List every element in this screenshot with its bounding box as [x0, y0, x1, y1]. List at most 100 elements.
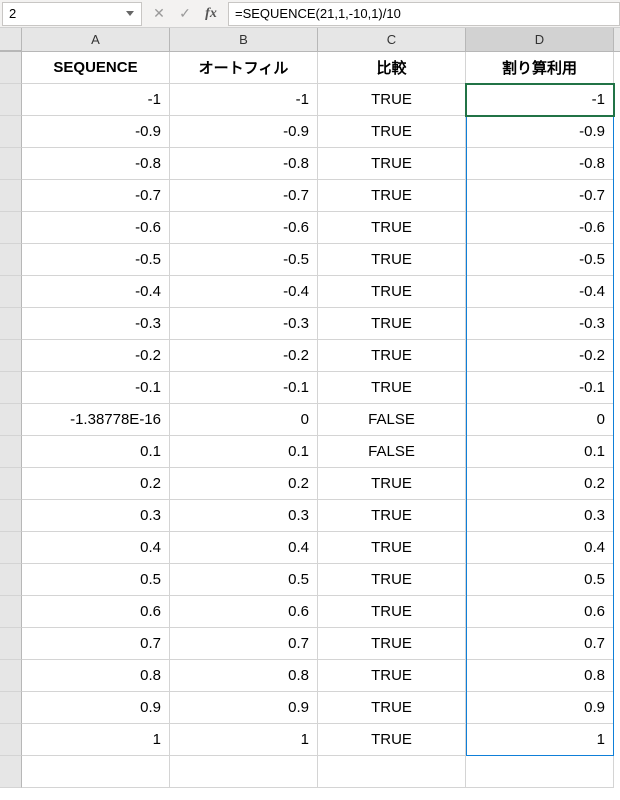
cell-B4[interactable]: -0.8	[170, 148, 318, 180]
cell-C12[interactable]: FALSE	[318, 404, 466, 436]
cell-A22[interactable]: 1	[22, 724, 170, 756]
cell-D11[interactable]: -0.1	[466, 372, 614, 404]
cell-A8[interactable]: -0.4	[22, 276, 170, 308]
column-header-B[interactable]: B	[170, 28, 318, 51]
cell-C10[interactable]: TRUE	[318, 340, 466, 372]
cell-B17[interactable]: 0.5	[170, 564, 318, 596]
row-header-11[interactable]	[0, 372, 22, 404]
cell-A13[interactable]: 0.1	[22, 436, 170, 468]
cell-A21[interactable]: 0.9	[22, 692, 170, 724]
cell-D5[interactable]: -0.7	[466, 180, 614, 212]
cell-A7[interactable]: -0.5	[22, 244, 170, 276]
row-header-23[interactable]	[0, 756, 22, 788]
cell-B15[interactable]: 0.3	[170, 500, 318, 532]
cell-C11[interactable]: TRUE	[318, 372, 466, 404]
cell-A20[interactable]: 0.8	[22, 660, 170, 692]
cell-B13[interactable]: 0.1	[170, 436, 318, 468]
cell-C4[interactable]: TRUE	[318, 148, 466, 180]
cell-C2[interactable]: TRUE	[318, 84, 466, 116]
select-all-corner[interactable]	[0, 28, 22, 51]
cell-D13[interactable]: 0.1	[466, 436, 614, 468]
cell-A23[interactable]	[22, 756, 170, 788]
cell-B2[interactable]: -1	[170, 84, 318, 116]
cell-C23[interactable]	[318, 756, 466, 788]
row-header-14[interactable]	[0, 468, 22, 500]
cell-D1[interactable]: 割り算利用	[466, 52, 614, 84]
row-header-4[interactable]	[0, 148, 22, 180]
row-header-1[interactable]	[0, 52, 22, 84]
cell-B3[interactable]: -0.9	[170, 116, 318, 148]
column-header-C[interactable]: C	[318, 28, 466, 51]
cell-B1[interactable]: オートフィル	[170, 52, 318, 84]
cell-A10[interactable]: -0.2	[22, 340, 170, 372]
row-header-17[interactable]	[0, 564, 22, 596]
cell-B9[interactable]: -0.3	[170, 308, 318, 340]
cell-C13[interactable]: FALSE	[318, 436, 466, 468]
row-header-6[interactable]	[0, 212, 22, 244]
cell-A15[interactable]: 0.3	[22, 500, 170, 532]
cell-D7[interactable]: -0.5	[466, 244, 614, 276]
cell-D12[interactable]: 0	[466, 404, 614, 436]
cell-B14[interactable]: 0.2	[170, 468, 318, 500]
chevron-down-icon[interactable]	[125, 9, 135, 19]
cell-A4[interactable]: -0.8	[22, 148, 170, 180]
row-header-3[interactable]	[0, 116, 22, 148]
fx-icon[interactable]: fx	[202, 5, 220, 23]
cell-B8[interactable]: -0.4	[170, 276, 318, 308]
cell-A18[interactable]: 0.6	[22, 596, 170, 628]
row-header-13[interactable]	[0, 436, 22, 468]
cell-C9[interactable]: TRUE	[318, 308, 466, 340]
row-header-8[interactable]	[0, 276, 22, 308]
cell-A1[interactable]: SEQUENCE	[22, 52, 170, 84]
row-header-16[interactable]	[0, 532, 22, 564]
name-box[interactable]: 2	[2, 2, 142, 26]
cell-D18[interactable]: 0.6	[466, 596, 614, 628]
cell-D9[interactable]: -0.3	[466, 308, 614, 340]
cell-B7[interactable]: -0.5	[170, 244, 318, 276]
cell-A14[interactable]: 0.2	[22, 468, 170, 500]
cell-C5[interactable]: TRUE	[318, 180, 466, 212]
cell-A3[interactable]: -0.9	[22, 116, 170, 148]
cancel-icon[interactable]: ✕	[150, 5, 168, 23]
cell-A16[interactable]: 0.4	[22, 532, 170, 564]
row-header-9[interactable]	[0, 308, 22, 340]
cell-D4[interactable]: -0.8	[466, 148, 614, 180]
cell-B20[interactable]: 0.8	[170, 660, 318, 692]
cell-B10[interactable]: -0.2	[170, 340, 318, 372]
row-header-18[interactable]	[0, 596, 22, 628]
cell-D14[interactable]: 0.2	[466, 468, 614, 500]
cell-B12[interactable]: 0	[170, 404, 318, 436]
cell-D3[interactable]: -0.9	[466, 116, 614, 148]
cell-B6[interactable]: -0.6	[170, 212, 318, 244]
cell-B11[interactable]: -0.1	[170, 372, 318, 404]
cell-C20[interactable]: TRUE	[318, 660, 466, 692]
cell-B21[interactable]: 0.9	[170, 692, 318, 724]
cell-B5[interactable]: -0.7	[170, 180, 318, 212]
cell-C6[interactable]: TRUE	[318, 212, 466, 244]
cell-C18[interactable]: TRUE	[318, 596, 466, 628]
cell-A11[interactable]: -0.1	[22, 372, 170, 404]
cell-C16[interactable]: TRUE	[318, 532, 466, 564]
cell-D15[interactable]: 0.3	[466, 500, 614, 532]
cell-B23[interactable]	[170, 756, 318, 788]
cell-C21[interactable]: TRUE	[318, 692, 466, 724]
row-header-5[interactable]	[0, 180, 22, 212]
cell-A17[interactable]: 0.5	[22, 564, 170, 596]
row-header-7[interactable]	[0, 244, 22, 276]
row-header-19[interactable]	[0, 628, 22, 660]
cell-A9[interactable]: -0.3	[22, 308, 170, 340]
column-header-A[interactable]: A	[22, 28, 170, 51]
row-header-2[interactable]	[0, 84, 22, 116]
cell-A6[interactable]: -0.6	[22, 212, 170, 244]
cell-B18[interactable]: 0.6	[170, 596, 318, 628]
cell-D23[interactable]	[466, 756, 614, 788]
cell-C14[interactable]: TRUE	[318, 468, 466, 500]
cell-B19[interactable]: 0.7	[170, 628, 318, 660]
row-header-12[interactable]	[0, 404, 22, 436]
cell-D8[interactable]: -0.4	[466, 276, 614, 308]
cell-C17[interactable]: TRUE	[318, 564, 466, 596]
cell-C7[interactable]: TRUE	[318, 244, 466, 276]
cell-C19[interactable]: TRUE	[318, 628, 466, 660]
cell-D19[interactable]: 0.7	[466, 628, 614, 660]
cell-A2[interactable]: -1	[22, 84, 170, 116]
